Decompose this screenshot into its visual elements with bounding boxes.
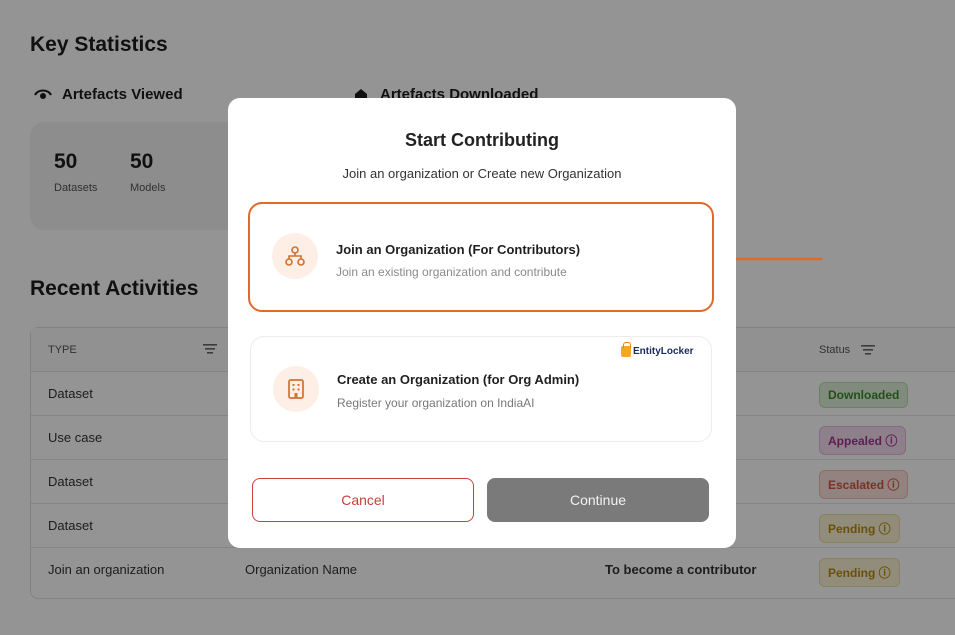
org-network-icon <box>272 233 318 279</box>
entitylocker-label: EntityLocker <box>633 346 694 357</box>
join-option-title: Join an Organization (For Contributors) <box>336 242 581 257</box>
create-organization-option[interactable]: EntityLocker Create an Organization (for… <box>250 336 712 442</box>
lock-icon <box>621 342 631 357</box>
continue-button[interactable]: Continue <box>487 478 709 522</box>
join-organization-option[interactable]: Join an Organization (For Contributors) … <box>248 202 714 312</box>
join-option-description: Join an existing organization and contri… <box>336 265 567 279</box>
start-contributing-modal: Start Contributing Join an organization … <box>228 98 736 548</box>
building-icon <box>273 366 319 412</box>
create-option-description: Register your organization on IndiaAI <box>337 396 535 410</box>
create-option-title: Create an Organization (for Org Admin) <box>337 372 580 387</box>
entitylocker-logo: EntityLocker <box>621 342 694 357</box>
modal-title: Start Contributing <box>405 130 559 150</box>
cancel-button[interactable]: Cancel <box>252 478 474 522</box>
modal-subtitle: Join an organization or Create new Organ… <box>342 166 622 181</box>
